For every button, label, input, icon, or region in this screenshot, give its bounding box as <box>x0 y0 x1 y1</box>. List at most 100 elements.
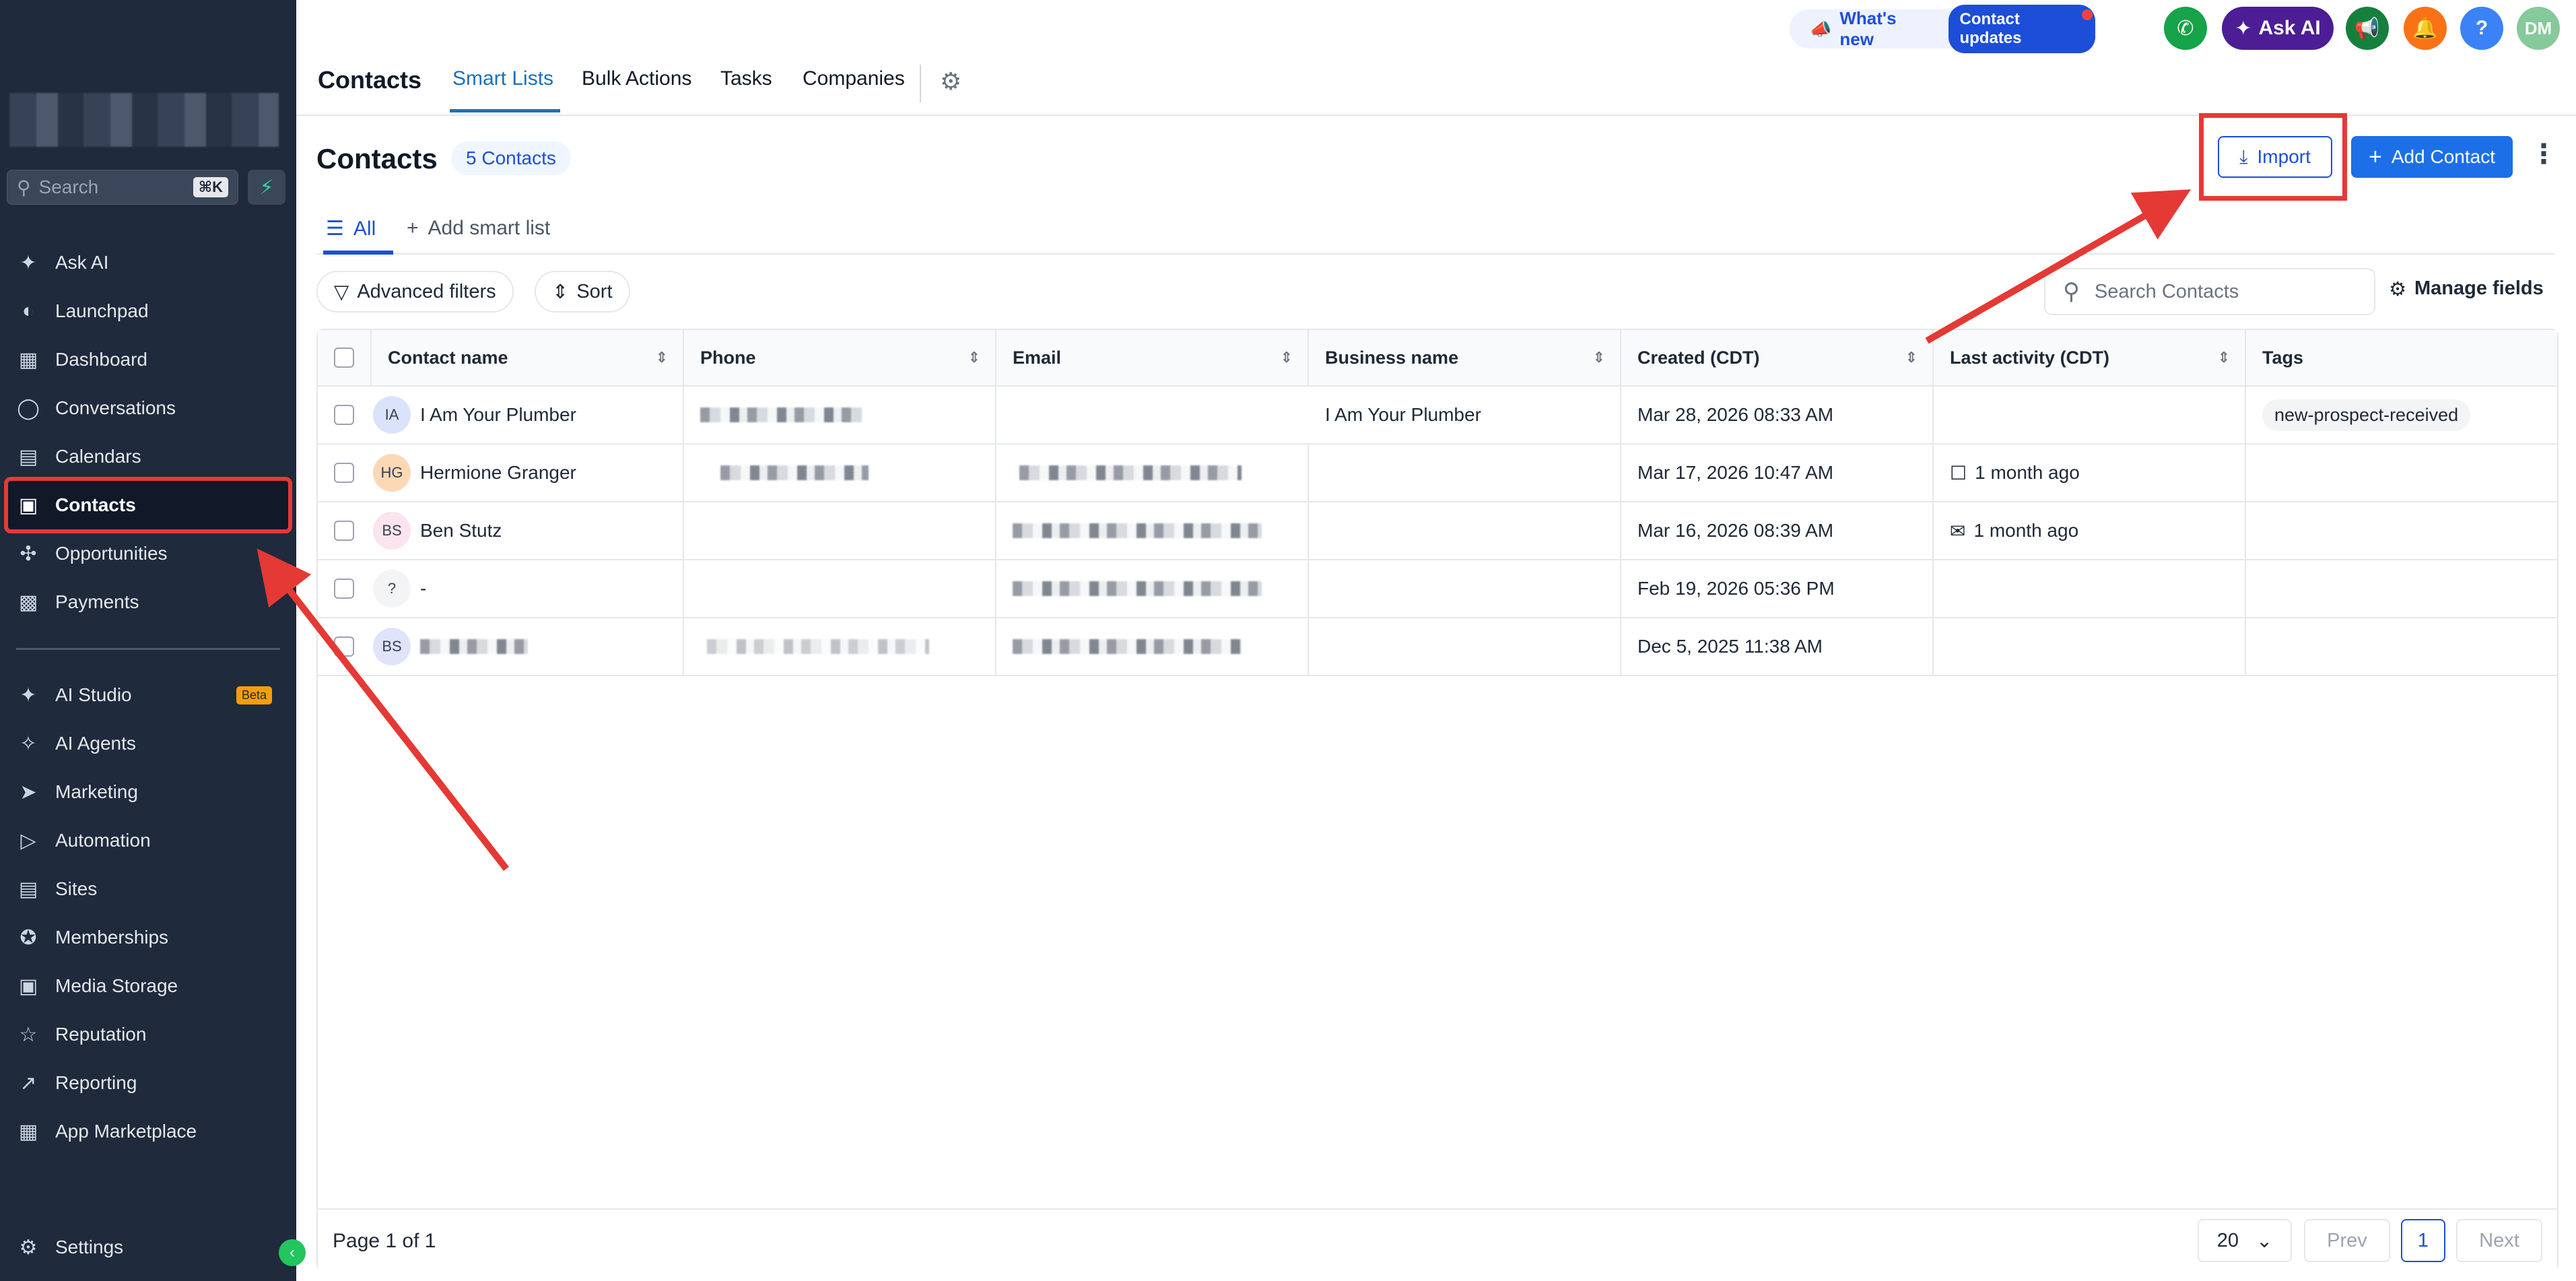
contact-name-cell[interactable]: ? - <box>372 560 684 617</box>
sidebar-collapse-button[interactable]: ‹ <box>279 1239 306 1266</box>
sidebar-item-launchpad[interactable]: ◐ Launchpad <box>0 287 296 335</box>
contact-name[interactable]: I Am Your Plumber <box>420 404 576 426</box>
sidebar-item-reputation[interactable]: ☆ Reputation <box>0 1010 296 1059</box>
sidebar-item-payments[interactable]: ▩ Payments <box>0 578 296 626</box>
tab-companies[interactable]: Companies <box>803 67 905 90</box>
row-checkbox[interactable] <box>334 579 354 599</box>
table-row[interactable]: ? - Feb 19, 2026 05:36 PM <box>318 560 2557 618</box>
prev-page-button[interactable]: Prev <box>2304 1219 2390 1262</box>
sort-icon[interactable]: ⇕ <box>656 349 668 366</box>
sidebar-item-automation[interactable]: ▷ Automation <box>0 816 296 865</box>
sidebar-item-label: Payments <box>55 591 139 612</box>
help-button[interactable]: ? <box>2460 7 2503 50</box>
sort-icon[interactable]: ⇕ <box>1905 349 1918 366</box>
sidebar-item-dashboard[interactable]: ▦ Dashboard <box>0 335 296 384</box>
phone-button[interactable]: ✆ <box>2164 7 2207 50</box>
column-header-business-name[interactable]: Business name ⇕ <box>1309 330 1621 385</box>
gear-icon[interactable]: ⚙ <box>940 67 961 96</box>
next-page-button[interactable]: Next <box>2456 1219 2542 1262</box>
sort-icon[interactable]: ⇕ <box>1281 349 1293 366</box>
column-header-phone[interactable]: Phone ⇕ <box>684 330 996 385</box>
column-header-contact-name[interactable]: Contact name ⇕ <box>372 330 684 385</box>
tab-all[interactable]: ☰ All <box>326 217 376 240</box>
sidebar-item-ai-studio[interactable]: ✦ AI Studio Beta <box>0 671 296 719</box>
ask-ai-button[interactable]: ✦ Ask AI <box>2222 7 2334 50</box>
contact-avatar: ? <box>373 570 411 607</box>
tab-smart-lists[interactable]: Smart Lists <box>452 67 553 90</box>
import-button[interactable]: ⤓ Import <box>2218 136 2332 178</box>
email-cell <box>996 445 1309 501</box>
table-row[interactable]: IA I Am Your Plumber I Am Your Plumber Ma… <box>318 387 2557 445</box>
contact-name-cell[interactable]: IA I Am Your Plumber <box>372 387 684 443</box>
advanced-filters-button[interactable]: ▽ Advanced filters <box>316 271 514 313</box>
sidebar-item-calendars[interactable]: ▤ Calendars <box>0 432 296 481</box>
table-row[interactable]: BS Dec 5, 2025 11:38 AM <box>318 618 2557 676</box>
whats-new-banner[interactable]: 📣 What's new Contact updates <box>1790 5 2095 53</box>
last-activity: 1 month ago <box>1973 520 2079 541</box>
contact-name[interactable]: Ben Stutz <box>420 520 502 541</box>
sidebar-item-media-storage[interactable]: ▣ Media Storage <box>0 962 296 1010</box>
contact-name[interactable]: Hermione Granger <box>420 462 576 484</box>
gear-icon: ⚙ <box>2389 279 2406 300</box>
search-contacts-input[interactable]: ⚲ Search Contacts <box>2044 268 2375 315</box>
active-list-indicator <box>323 251 393 255</box>
redacted-email <box>1013 639 1242 654</box>
row-select-cell <box>318 502 372 559</box>
sidebar-item-marketing[interactable]: ➤ Marketing <box>0 768 296 816</box>
page-size-select[interactable]: 20 ⌄ <box>2198 1219 2292 1262</box>
notifications-button[interactable]: 🔔 <box>2404 7 2447 50</box>
sort-button[interactable]: ⇕ Sort <box>535 271 630 313</box>
business-name-cell <box>1309 445 1621 501</box>
sidebar-item-settings[interactable]: ⚙ Settings <box>0 1223 296 1272</box>
contact-name-cell[interactable]: HG Hermione Granger <box>372 445 684 501</box>
page-1-button[interactable]: 1 <box>2401 1219 2445 1262</box>
contact-name[interactable]: - <box>420 578 426 599</box>
sidebar-item-memberships[interactable]: ✪ Memberships <box>0 913 296 962</box>
avatar[interactable]: DM <box>2517 7 2560 50</box>
column-header-tags[interactable]: Tags <box>2246 330 2557 385</box>
contact-avatar: BS <box>373 628 411 665</box>
add-contact-button[interactable]: + Add Contact <box>2351 136 2513 178</box>
sidebar-item-app-marketplace[interactable]: ▦ App Marketplace <box>0 1107 296 1156</box>
sidebar: ⚲ Search ⌘K ⚡ ✦ Ask AI ◐ Launchpad ▦ Dashbo… <box>0 0 296 1281</box>
tab-tasks[interactable]: Tasks <box>720 67 772 90</box>
sort-icon[interactable]: ⇕ <box>1593 349 1605 366</box>
row-checkbox[interactable] <box>334 636 354 657</box>
contact-updates-pill[interactable]: Contact updates <box>1948 5 2095 53</box>
sidebar-item-ask-ai[interactable]: ✦ Ask AI <box>0 238 296 287</box>
announcements-button[interactable]: 📢 <box>2346 7 2389 50</box>
contact-name-cell[interactable]: BS <box>372 618 684 675</box>
sidebar-item-contacts[interactable]: ▣ Contacts <box>4 477 292 533</box>
table-row[interactable]: BS Ben Stutz Mar 16, 2026 08:39 AM ✉ 1 mon… <box>318 502 2557 560</box>
tags-cell <box>2246 445 2557 501</box>
quick-action-button[interactable]: ⚡ <box>248 170 285 205</box>
sidebar-item-label: Opportunities <box>55 543 168 564</box>
sort-icon[interactable]: ⇕ <box>2218 349 2230 366</box>
column-header-last-activity[interactable]: Last activity (CDT) ⇕ <box>1934 330 2246 385</box>
row-checkbox[interactable] <box>334 463 354 483</box>
sidebar-item-sites[interactable]: ▤ Sites <box>0 865 296 913</box>
row-checkbox[interactable] <box>334 405 354 425</box>
tag-chip[interactable]: new-prospect-received <box>2262 399 2471 431</box>
sort-icon[interactable]: ⇕ <box>968 349 980 366</box>
sidebar-item-conversations[interactable]: ◯ Conversations <box>0 384 296 432</box>
account-logo[interactable] <box>9 93 279 147</box>
add-smart-list-button[interactable]: + Add smart list <box>407 217 550 240</box>
sidebar-item-reporting[interactable]: ↗ Reporting <box>0 1059 296 1107</box>
last-activity-cell <box>1934 618 2246 675</box>
table-row[interactable]: HG Hermione Granger Mar 17, 2026 10:47 AM… <box>318 445 2557 502</box>
more-options-icon[interactable]: ⋮ <box>2530 139 2557 170</box>
contact-name-cell[interactable]: BS Ben Stutz <box>372 502 684 559</box>
sidebar-item-ai-agents[interactable]: ✧ AI Agents <box>0 719 296 768</box>
select-all-checkbox[interactable] <box>334 348 354 368</box>
sidebar-search[interactable]: ⚲ Search ⌘K <box>7 170 238 205</box>
column-header-email[interactable]: Email ⇕ <box>996 330 1309 385</box>
import-label: Import <box>2257 146 2311 167</box>
row-checkbox[interactable] <box>334 521 354 541</box>
tab-bulk-actions[interactable]: Bulk Actions <box>582 67 691 90</box>
column-header-created[interactable]: Created (CDT) ⇕ <box>1621 330 1934 385</box>
chevron-left-icon: ‹ <box>290 1243 295 1261</box>
manage-fields-button[interactable]: ⚙ Manage fields <box>2389 277 2544 301</box>
business-name-cell <box>1309 618 1621 675</box>
sidebar-item-opportunities[interactable]: ✣ Opportunities <box>0 529 296 578</box>
